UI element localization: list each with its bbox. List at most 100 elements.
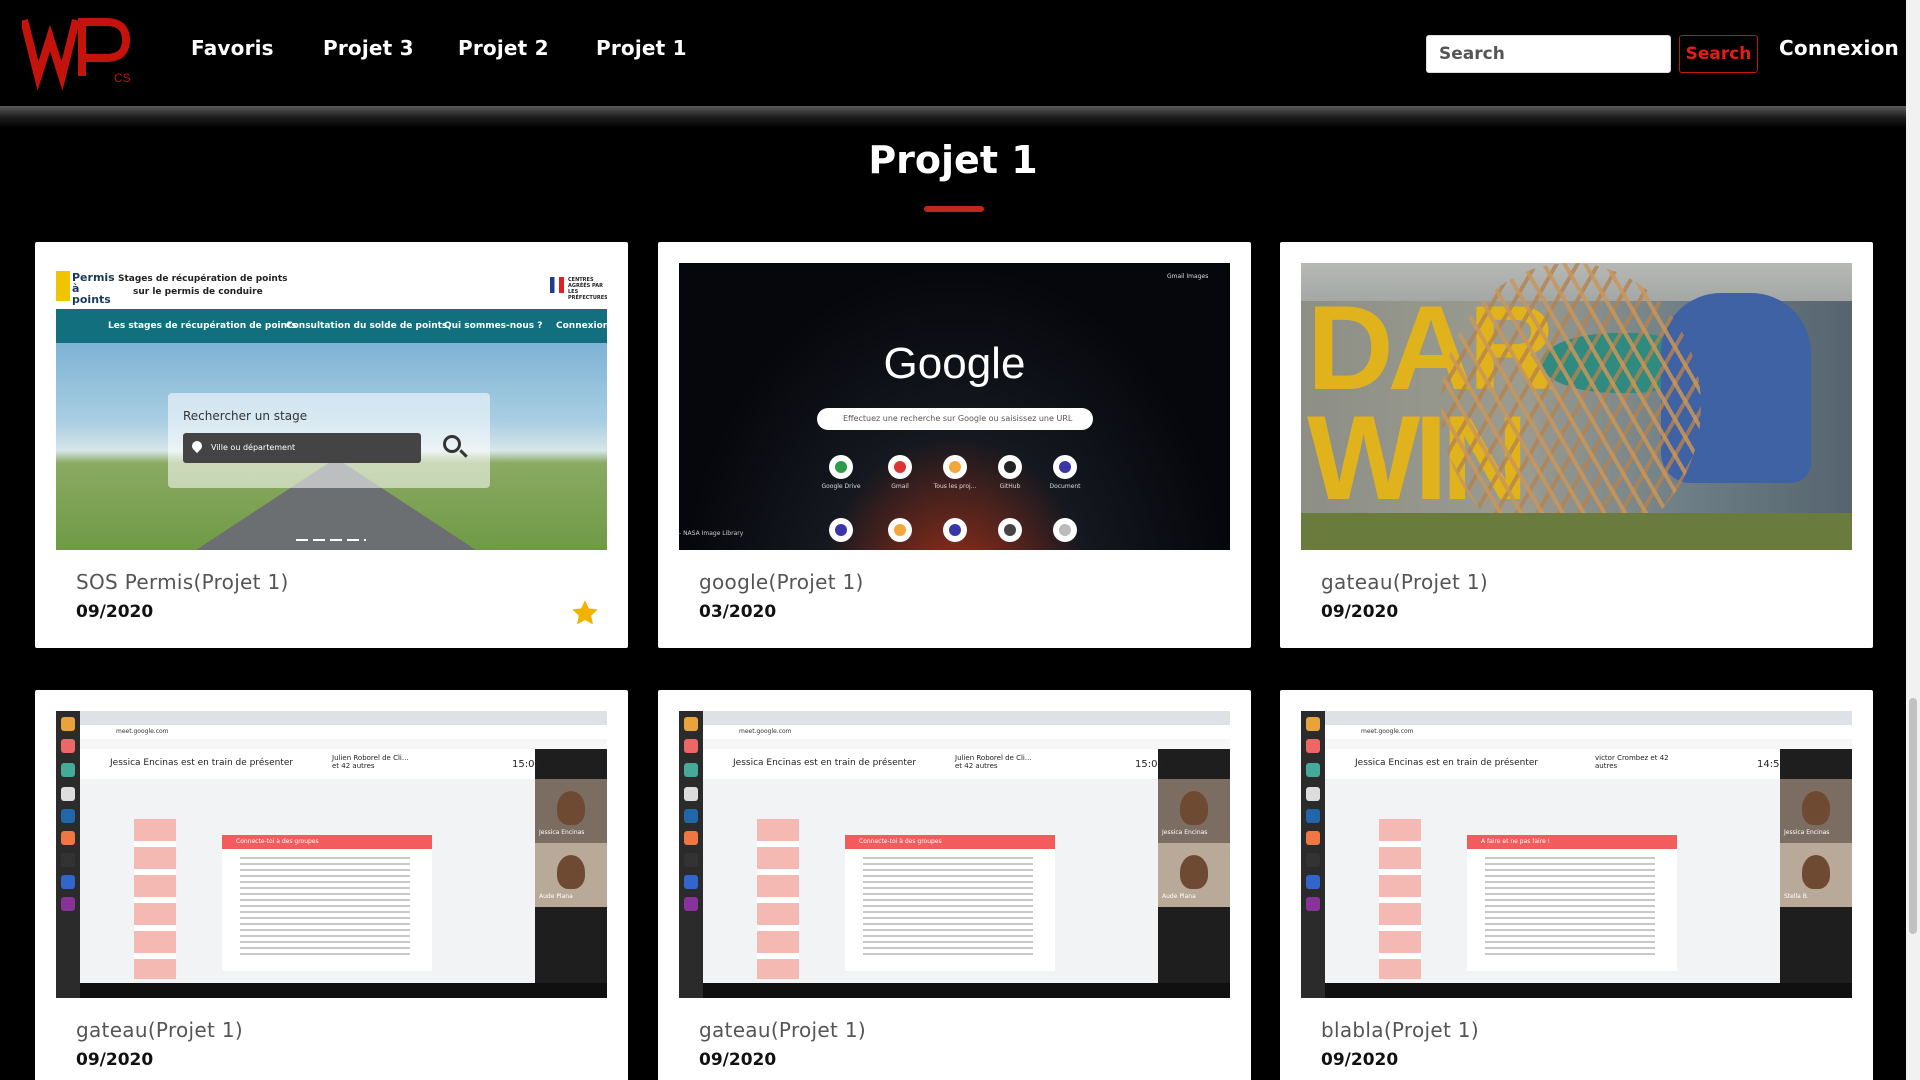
project-card[interactable]: Gmail Images Google Effectuez une recher…	[658, 242, 1251, 648]
video-tile: Aude Plana	[535, 843, 607, 907]
page-title: Projet 1	[868, 138, 1038, 182]
card-title: blabla(Projet 1)	[1321, 1018, 1479, 1042]
projects-icon	[943, 455, 967, 479]
card-title: google(Projet 1)	[699, 570, 864, 594]
slide-thumbnails	[757, 819, 799, 979]
participant-face	[557, 791, 585, 825]
slides-editor: A faire et ne pas faire !	[1325, 779, 1780, 983]
tile-name: Jessica Encinas	[1162, 829, 1208, 836]
bookmarks-bar	[1325, 739, 1852, 749]
shortcut-label: GitHub	[999, 483, 1021, 490]
meet-screenshot: meet.google.com Jessica Encinas est en t…	[679, 711, 1230, 998]
google-top-links: Gmail Images	[1167, 273, 1209, 280]
permis-nav-item: Qui sommes-nous ?	[444, 321, 543, 331]
project-card[interactable]: meet.google.com Jessica Encinas est en t…	[35, 690, 628, 1080]
wpcs-logo[interactable]: CS	[22, 14, 142, 90]
navbar: CS Favoris Projet 3 Projet 2 Projet 1 Se…	[0, 0, 1906, 106]
browser-tabs	[80, 711, 607, 725]
nav-link-projet-1[interactable]: Projet 1	[596, 36, 687, 60]
permis-nav-item: Connexion	[556, 321, 607, 331]
tile-name: Aude Plana	[1162, 893, 1196, 900]
slide: Connecte-toi à des groupes	[845, 835, 1055, 971]
dock	[56, 711, 80, 998]
video-tile: Jessica Encinas	[1158, 779, 1230, 843]
slide-text	[1485, 857, 1655, 957]
logo-sub: CS	[114, 71, 131, 85]
title-underline	[924, 206, 984, 212]
card-thumbnail: DAR WIN	[1301, 263, 1852, 550]
search-input[interactable]: Search	[1426, 35, 1671, 73]
slide: Connecte-toi à des groupes	[222, 835, 432, 971]
google-credit: - NASA Image Library	[679, 530, 744, 537]
permis-search-label: Rechercher un stage	[183, 409, 308, 423]
permis-logo-text: Permis à points	[72, 271, 115, 306]
participant-face	[1802, 791, 1830, 825]
permis-flag-text: CENTRES AGRÉÉS PAR LES PRÉFECTURES	[568, 277, 607, 301]
page: CS Favoris Projet 3 Projet 2 Projet 1 Se…	[0, 0, 1920, 1080]
dock	[1301, 711, 1325, 998]
permis-logo-icon	[56, 271, 70, 301]
participant-face	[1180, 791, 1208, 825]
browser-tabs	[1325, 711, 1852, 725]
wooden-sculpture	[1441, 263, 1701, 550]
card-date: 09/2020	[76, 1050, 154, 1070]
video-tile: Stella B.	[1780, 843, 1852, 907]
card-thumbnail: Gmail Images Google Effectuez une recher…	[679, 263, 1230, 550]
shortcut-icon	[888, 518, 912, 542]
card-date: 03/2020	[699, 602, 777, 622]
participant-face	[1802, 855, 1830, 889]
shortcut-label: Tous les proj...	[933, 483, 977, 490]
permis-heading-1: Stages de récupération de points	[118, 274, 288, 284]
meet-screenshot: meet.google.com Jessica Encinas est en t…	[1301, 711, 1852, 998]
google-logo: Google	[883, 339, 1026, 388]
meet-participants: Julien Roborel de Cli... et 42 autres	[332, 754, 409, 770]
card-title: gateau(Projet 1)	[699, 1018, 866, 1042]
slide-title: Connecte-toi à des groupes	[845, 835, 1055, 849]
taskbar	[80, 983, 607, 998]
video-tile: Jessica Encinas	[535, 779, 607, 843]
github-icon	[998, 455, 1022, 479]
project-card[interactable]: Permis à points Stages de récupération d…	[35, 242, 628, 648]
project-card[interactable]: meet.google.com Jessica Encinas est en t…	[658, 690, 1251, 1080]
permis-hero-road: Rechercher un stage Ville ou département	[56, 343, 607, 550]
french-flag-icon	[550, 277, 564, 293]
card-thumbnail: meet.google.com Jessica Encinas est en t…	[56, 711, 607, 998]
scrollbar-thumb[interactable]	[1909, 698, 1917, 934]
slide-title: A faire et ne pas faire !	[1467, 835, 1677, 849]
permis-header: Permis à points Stages de récupération d…	[56, 263, 607, 309]
shortcut-label: Document	[1049, 483, 1081, 490]
participant-face	[1180, 855, 1208, 889]
nav-link-projet-3[interactable]: Projet 3	[323, 36, 414, 60]
card-thumbnail: meet.google.com Jessica Encinas est en t…	[679, 711, 1230, 998]
project-card[interactable]: DAR WIN gateau(Projet 1) 09/2020	[1280, 242, 1873, 648]
navbar-shadow	[0, 106, 1906, 128]
permis-heading: Stages de récupération de points sur le …	[118, 273, 287, 299]
search-button[interactable]: Search	[1679, 35, 1758, 73]
add-shortcut-icon	[1053, 518, 1077, 542]
shortcut-label: Google Drive	[821, 483, 861, 490]
permis-heading-2: sur le permis de conduire	[133, 287, 263, 297]
meet-time: 15:02	[512, 759, 541, 770]
taskbar	[703, 983, 1230, 998]
permis-nav: Les stages de récupération de points Con…	[56, 309, 607, 343]
video-tile: Aude Plana	[1158, 843, 1230, 907]
slide: A faire et ne pas faire !	[1467, 835, 1677, 971]
card-title: SOS Permis(Projet 1)	[76, 570, 289, 594]
login-link[interactable]: Connexion	[1779, 36, 1899, 60]
card-title: gateau(Projet 1)	[1321, 570, 1488, 594]
favorite-star-icon[interactable]	[570, 598, 600, 628]
nav-link-favoris[interactable]: Favoris	[191, 36, 274, 60]
darwin-grass	[1301, 513, 1852, 550]
permis-nav-item: Les stages de récupération de points	[108, 321, 297, 331]
gmail-icon	[888, 455, 912, 479]
sql-icon	[998, 518, 1022, 542]
google-background	[679, 263, 1230, 550]
permis-nav-item: Consultation du solde de points	[286, 321, 448, 331]
tile-name: Jessica Encinas	[1784, 829, 1830, 836]
nav-link-projet-2[interactable]: Projet 2	[458, 36, 549, 60]
carousel-dots	[296, 539, 366, 541]
video-tile: Jessica Encinas	[1780, 779, 1852, 843]
card-date: 09/2020	[76, 602, 154, 622]
participant-face	[557, 855, 585, 889]
project-card[interactable]: meet.google.com Jessica Encinas est en t…	[1280, 690, 1873, 1080]
